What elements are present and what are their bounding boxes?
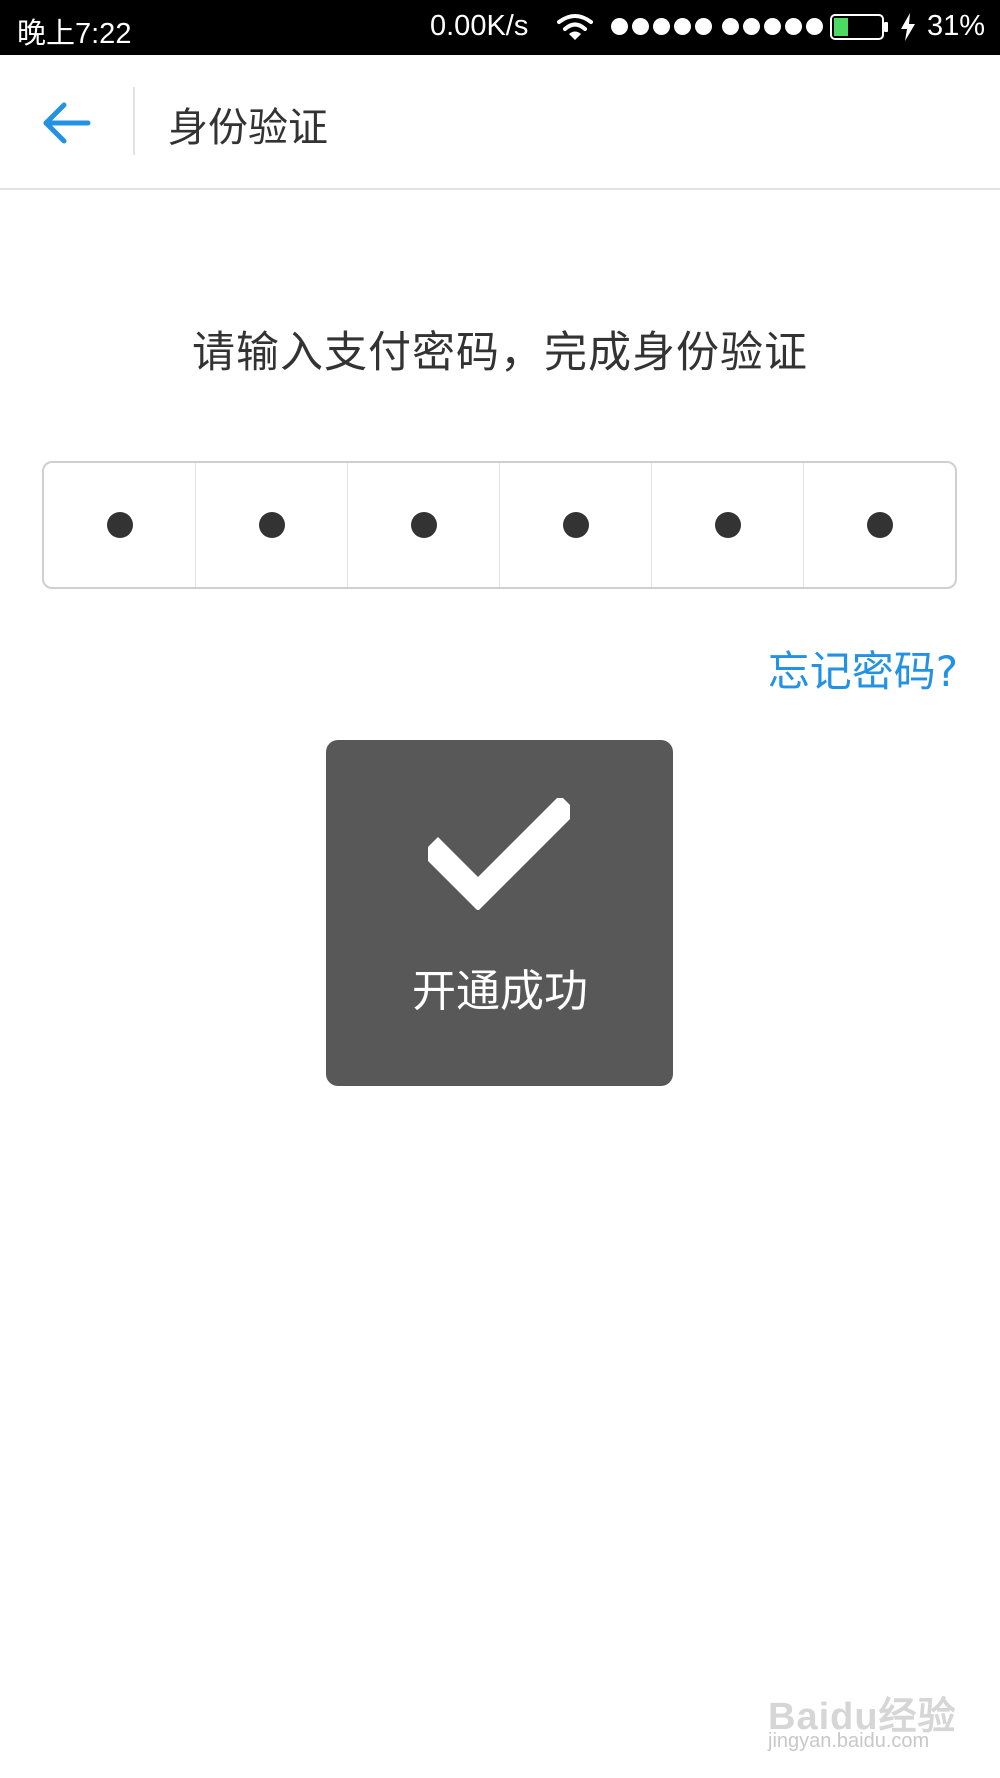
pin-dot bbox=[714, 512, 741, 538]
pin-cell bbox=[652, 463, 804, 587]
signal-icon bbox=[611, 18, 712, 36]
pin-dot bbox=[562, 512, 589, 538]
payment-password-input[interactable] bbox=[42, 461, 957, 589]
page-title: 身份验证 bbox=[168, 105, 328, 151]
forgot-password-link[interactable]: 忘记密码? bbox=[768, 638, 958, 699]
status-time: 晚上7:22 bbox=[17, 18, 132, 50]
pin-cell bbox=[348, 463, 500, 587]
pin-cell bbox=[804, 463, 955, 587]
toast-message: 开通成功 bbox=[412, 966, 588, 1017]
arrow-left-icon bbox=[43, 102, 91, 144]
battery-percent: 31% bbox=[927, 10, 986, 42]
pin-cell bbox=[44, 463, 196, 587]
back-button[interactable] bbox=[30, 93, 106, 153]
pin-dot bbox=[410, 512, 437, 538]
watermark-url: jingyan.baidu.com bbox=[768, 1730, 930, 1752]
pin-cell bbox=[500, 463, 652, 587]
battery-icon bbox=[830, 14, 888, 40]
checkmark-icon bbox=[428, 798, 570, 910]
signal-icon bbox=[722, 18, 823, 36]
pin-cell bbox=[196, 463, 348, 587]
pin-dot bbox=[258, 512, 285, 538]
header-divider bbox=[133, 87, 135, 155]
password-prompt: 请输入支付密码，完成身份验证 bbox=[192, 328, 808, 378]
success-toast bbox=[326, 740, 673, 1086]
status-net-speed: 0.00K/s bbox=[430, 10, 529, 42]
app-header: 身份验证 bbox=[0, 55, 1000, 190]
status-bar: 晚上7:22 0.00K/s 31% bbox=[0, 0, 1000, 55]
charging-icon bbox=[901, 13, 915, 41]
pin-dot bbox=[106, 512, 133, 538]
pin-dot bbox=[866, 512, 893, 538]
wifi-icon bbox=[557, 14, 593, 40]
